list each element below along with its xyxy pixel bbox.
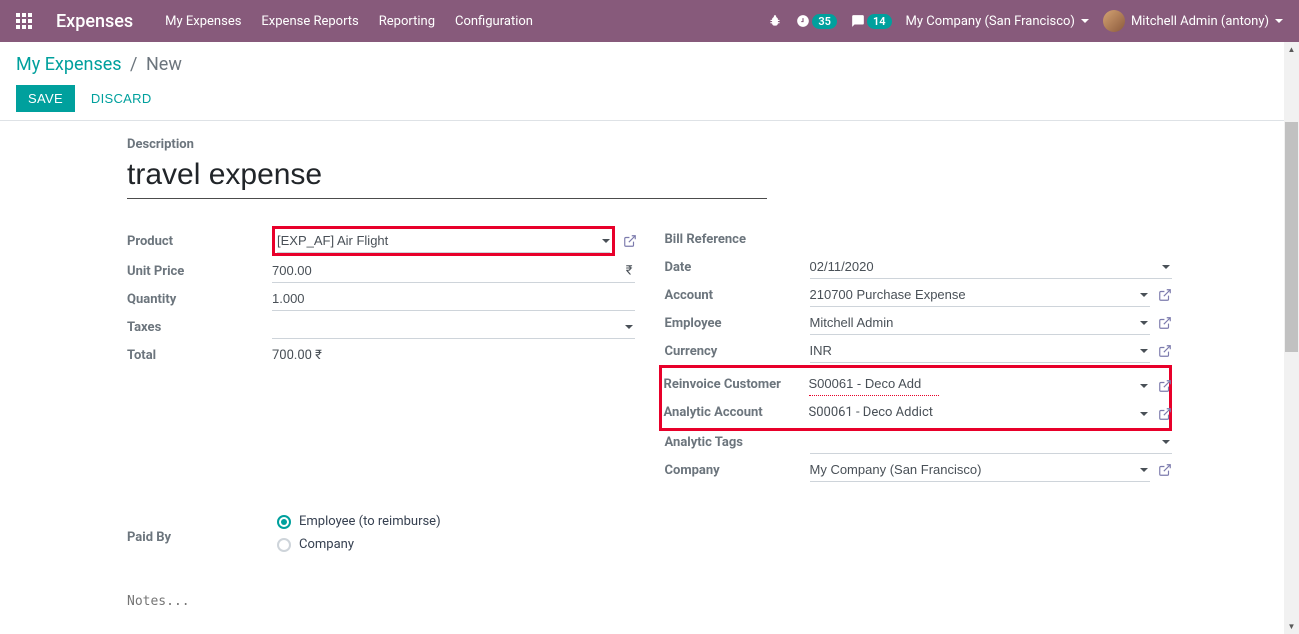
scrollbar-thumb[interactable]: [1285, 122, 1298, 352]
nav-my-expenses[interactable]: My Expenses: [165, 14, 241, 29]
nav-configuration[interactable]: Configuration: [455, 14, 533, 29]
total-value: 700.00 ₹: [272, 344, 322, 367]
avatar: [1103, 10, 1125, 32]
company-label: Company: [665, 463, 810, 478]
breadcrumb: My Expenses / New: [16, 54, 1283, 75]
quantity-field: Quantity: [127, 285, 635, 313]
external-link-icon[interactable]: [1158, 344, 1172, 358]
timer-badge: 35: [812, 14, 837, 29]
paid-by-employee-option[interactable]: Employee (to reimburse): [277, 514, 441, 529]
form-scroll-area[interactable]: Description Product Unit Price ₹: [0, 121, 1299, 626]
title-input[interactable]: [127, 158, 767, 199]
action-buttons: Save Discard: [16, 85, 1283, 112]
apps-icon[interactable]: [16, 13, 32, 29]
breadcrumb-separator: /: [130, 54, 137, 75]
right-column: Bill Reference Date Account: [665, 225, 1173, 484]
employee-label: Employee: [665, 316, 810, 331]
account-input[interactable]: [810, 283, 1151, 307]
user-name: Mitchell Admin (antony): [1131, 14, 1269, 29]
caret-down-icon: [1081, 19, 1089, 23]
form-grid: Product Unit Price ₹ Quantity: [127, 225, 1172, 484]
analytic-tags-input[interactable]: [810, 430, 1173, 454]
notes-input[interactable]: [127, 590, 767, 626]
external-link-icon[interactable]: [1158, 463, 1172, 477]
bill-ref-label: Bill Reference: [665, 232, 810, 247]
unit-price-input[interactable]: [272, 259, 635, 283]
app-brand[interactable]: Expenses: [56, 11, 133, 32]
user-menu[interactable]: Mitchell Admin (antony): [1103, 10, 1283, 32]
account-field: Account: [665, 281, 1173, 309]
analytic-tags-field: Analytic Tags: [665, 428, 1173, 456]
company-switcher[interactable]: My Company (San Francisco): [906, 14, 1089, 29]
unit-price-label: Unit Price: [127, 264, 272, 279]
employee-field: Employee: [665, 309, 1173, 337]
chat-badge: 14: [867, 14, 892, 29]
analytic-account-label: Analytic Account: [664, 405, 809, 420]
currency-symbol: ₹: [626, 264, 633, 279]
taxes-label: Taxes: [127, 320, 272, 335]
discard-button[interactable]: Discard: [79, 85, 164, 112]
currency-input[interactable]: [810, 339, 1151, 363]
save-button[interactable]: Save: [16, 85, 75, 112]
total-label: Total: [127, 348, 272, 363]
paid-by-group: Paid By Employee (to reimburse) Company: [127, 514, 1172, 560]
breadcrumb-current: New: [146, 54, 182, 75]
account-label: Account: [665, 288, 810, 303]
company-input[interactable]: [810, 458, 1151, 482]
date-input[interactable]: [810, 255, 1173, 279]
nav-reporting[interactable]: Reporting: [379, 14, 435, 29]
product-input[interactable]: [277, 229, 610, 253]
product-label: Product: [127, 234, 272, 249]
total-field: Total 700.00 ₹: [127, 341, 635, 369]
chevron-down-icon: [1140, 412, 1148, 416]
top-navbar: Expenses My Expenses Expense Reports Rep…: [0, 0, 1299, 42]
breadcrumb-link[interactable]: My Expenses: [16, 54, 122, 75]
currency-label: Currency: [665, 344, 810, 359]
reinvoice-field: Reinvoice Customer: [664, 370, 1168, 398]
notes-section: [127, 590, 767, 626]
control-bar: My Expenses / New Save Discard: [0, 42, 1299, 121]
taxes-field: Taxes: [127, 313, 635, 341]
form-sheet: Description Product Unit Price ₹: [107, 121, 1192, 626]
quantity-input[interactable]: [272, 287, 635, 311]
chat-icon[interactable]: 14: [851, 14, 892, 29]
analytic-tags-label: Analytic Tags: [665, 435, 810, 450]
scrollbar[interactable]: ▲ ▼: [1284, 42, 1299, 634]
external-link-icon[interactable]: [1158, 288, 1172, 302]
quantity-label: Quantity: [127, 292, 272, 307]
external-link-icon[interactable]: [1158, 316, 1172, 330]
timer-icon[interactable]: 35: [796, 14, 837, 29]
paid-by-company-option[interactable]: Company: [277, 537, 441, 552]
company-name: My Company (San Francisco): [906, 14, 1075, 29]
navbar-right: 35 14 My Company (San Francisco) Mitchel…: [768, 10, 1283, 32]
taxes-input[interactable]: [272, 315, 635, 339]
description-label: Description: [127, 137, 1172, 152]
reinvoice-label: Reinvoice Customer: [664, 377, 809, 392]
paid-by-employee-label: Employee (to reimburse): [299, 514, 441, 529]
paid-by-label: Paid By: [127, 530, 277, 545]
unit-price-field: Unit Price ₹: [127, 257, 635, 285]
nav-menu: My Expenses Expense Reports Reporting Co…: [165, 14, 533, 29]
scroll-up-arrow[interactable]: ▲: [1284, 42, 1299, 57]
external-link-icon[interactable]: [1158, 379, 1172, 393]
reinvoice-input[interactable]: [809, 372, 939, 396]
employee-input[interactable]: [810, 311, 1151, 335]
currency-field: Currency: [665, 337, 1173, 365]
caret-down-icon: [1275, 19, 1283, 23]
external-link-icon[interactable]: [623, 234, 637, 248]
radio-icon: [277, 515, 291, 529]
company-field: Company: [665, 456, 1173, 484]
date-label: Date: [665, 260, 810, 275]
navbar-left: Expenses My Expenses Expense Reports Rep…: [16, 11, 533, 32]
bill-ref-field: Bill Reference: [665, 225, 1173, 253]
radio-icon: [277, 538, 291, 552]
scroll-down-arrow[interactable]: ▼: [1284, 619, 1299, 634]
product-field: Product: [127, 225, 635, 257]
paid-by-company-label: Company: [299, 537, 354, 552]
date-field: Date: [665, 253, 1173, 281]
left-column: Product Unit Price ₹ Quantity: [127, 225, 635, 484]
nav-expense-reports[interactable]: Expense Reports: [261, 14, 358, 29]
bug-icon[interactable]: [768, 14, 782, 28]
